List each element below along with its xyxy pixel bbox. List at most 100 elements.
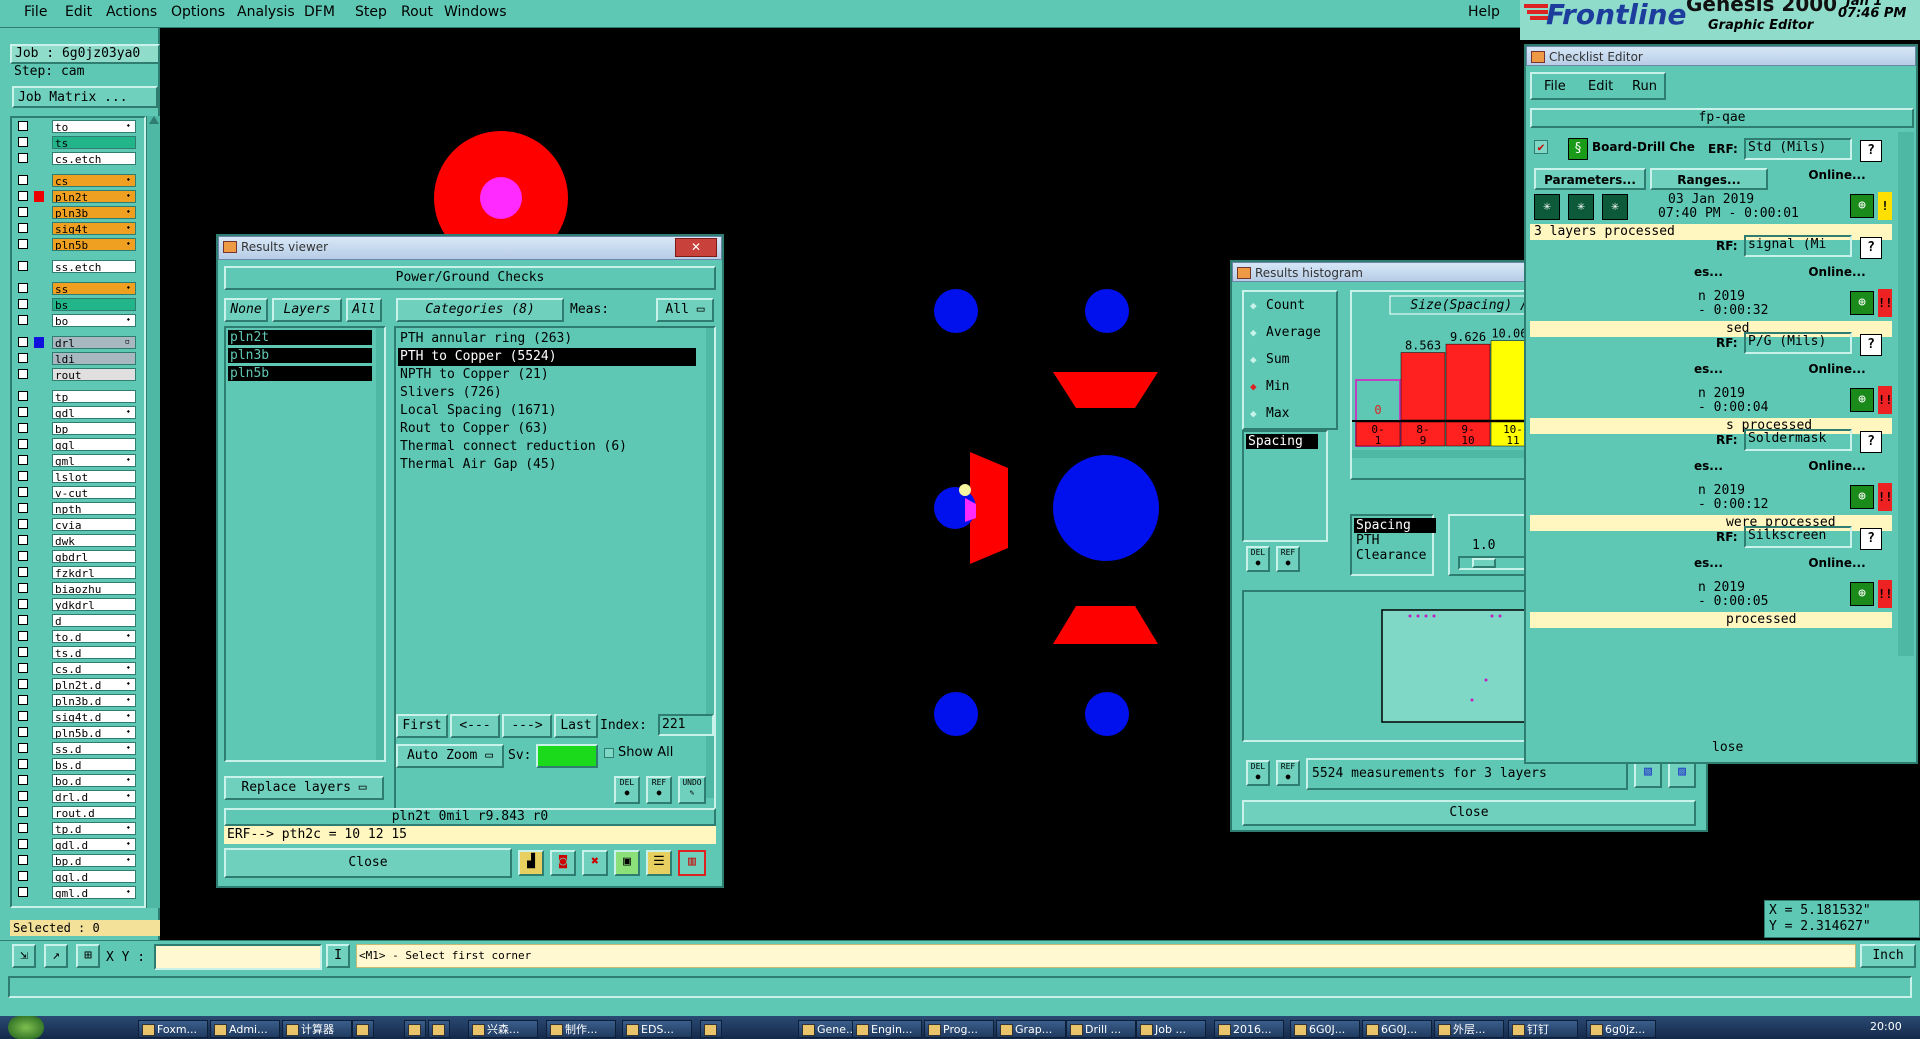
menu-rout[interactable]: Rout xyxy=(401,4,433,20)
layer-checkbox[interactable] xyxy=(18,471,28,481)
layer-checkbox[interactable] xyxy=(18,807,28,817)
close-icon[interactable]: ✕ xyxy=(675,238,717,257)
layer-name[interactable]: rout xyxy=(52,368,136,381)
histogram-icon[interactable]: ▥ xyxy=(678,850,706,876)
zoom-area-icon[interactable]: ⇲ xyxy=(12,944,36,968)
layer-name[interactable]: npth xyxy=(52,502,136,515)
layer-listbox[interactable]: pln2t pln3b pln5b xyxy=(224,326,386,762)
checklist-menu-edit[interactable]: Edit xyxy=(1588,79,1613,94)
checklist-menu-file[interactable]: File xyxy=(1544,79,1566,94)
layer-name[interactable]: sig4t.d xyxy=(52,710,136,723)
category-item[interactable]: Slivers (726) xyxy=(398,384,696,402)
checklist-scrollbar[interactable] xyxy=(1898,132,1914,656)
layer-row[interactable]: ts.d xyxy=(16,646,144,659)
layer-name[interactable]: bs.d xyxy=(52,758,136,771)
undo-button[interactable]: UNDO ✎ xyxy=(678,776,706,804)
mode-option[interactable]: ◆ Max xyxy=(1250,406,1289,424)
layer-row[interactable]: drl ▫ xyxy=(16,336,144,349)
layer-row[interactable]: bs xyxy=(16,298,144,311)
action-icon[interactable]: § xyxy=(1568,138,1588,160)
checklist-close-partial[interactable]: lose xyxy=(1712,740,1743,755)
layer-row[interactable]: ts xyxy=(16,136,144,149)
taskbar-item[interactable]: 钉钉 xyxy=(1508,1020,1578,1038)
taskbar-item[interactable]: 6g0jz... xyxy=(1586,1020,1656,1038)
tool-icon-2[interactable]: ◙ xyxy=(550,850,576,876)
taskbar-item[interactable] xyxy=(352,1020,374,1038)
export-icon[interactable]: ▧ xyxy=(1634,760,1662,788)
layer-row[interactable]: bo.d ⬩ xyxy=(16,774,144,787)
close-button[interactable]: Close xyxy=(1242,800,1696,826)
help-button[interactable]: ? xyxy=(1860,140,1882,162)
layer-name[interactable]: dwk xyxy=(52,534,136,547)
help-button[interactable]: ? xyxy=(1860,528,1882,550)
layer-checkbox[interactable] xyxy=(18,455,28,465)
menu-help[interactable]: Help xyxy=(1468,4,1500,20)
layer-checkbox[interactable] xyxy=(18,871,28,881)
es-button-label[interactable]: es... xyxy=(1694,459,1723,473)
measure-icon[interactable]: ↗ xyxy=(44,944,68,968)
layer-row[interactable]: dwk xyxy=(16,534,144,547)
layer-checkbox[interactable] xyxy=(18,823,28,833)
taskbar-item[interactable]: 6G0J... xyxy=(1290,1020,1360,1038)
last-button[interactable]: Last xyxy=(554,714,598,738)
category-item[interactable]: Local Spacing (1671) xyxy=(398,402,696,420)
layer-checkbox[interactable] xyxy=(18,315,28,325)
layer-checkbox[interactable] xyxy=(18,663,28,673)
layer-checkbox[interactable] xyxy=(18,261,28,271)
radio-icon[interactable]: ◆ xyxy=(1250,407,1266,420)
layer-row[interactable]: ss.etch xyxy=(16,260,144,273)
layer-row[interactable]: ggl.d xyxy=(16,870,144,883)
grid-icon[interactable]: ⊞ xyxy=(76,944,100,968)
taskbar-item[interactable]: 兴森... xyxy=(468,1020,538,1038)
es-button-label[interactable]: es... xyxy=(1694,362,1723,376)
taskbar-item[interactable]: Drill ... xyxy=(1066,1020,1136,1038)
mode-option[interactable]: ◆ Min xyxy=(1250,379,1289,397)
layer-row[interactable]: pln5b ⬩ xyxy=(16,238,144,251)
category-item[interactable]: NPTH to Copper (21) xyxy=(398,366,696,384)
layer-name[interactable]: pln5b.d xyxy=(52,726,136,739)
layer-checkbox[interactable] xyxy=(18,695,28,705)
first-button[interactable]: First xyxy=(396,714,448,738)
taskbar-item[interactable] xyxy=(404,1020,426,1038)
check-mark-icon[interactable]: ✔ xyxy=(1534,140,1548,154)
layer-row[interactable]: rout xyxy=(16,368,144,381)
prev-button[interactable]: <--- xyxy=(450,714,500,738)
layer-checkbox[interactable] xyxy=(18,583,28,593)
zoom-icon[interactable]: ⊕ xyxy=(1850,582,1874,606)
xy-input[interactable] xyxy=(154,944,322,970)
layer-row[interactable]: gbdrl xyxy=(16,550,144,563)
layer-row[interactable]: pln5b.d ⬩ xyxy=(16,726,144,739)
layer-checkbox[interactable] xyxy=(18,567,28,577)
menu-windows[interactable]: Windows xyxy=(444,4,507,20)
layer-checkbox[interactable] xyxy=(18,121,28,131)
layer-row[interactable]: cvia xyxy=(16,518,144,531)
none-button[interactable]: None xyxy=(224,298,268,322)
layer-row[interactable]: pln2t.d ⬩ xyxy=(16,678,144,691)
close-button[interactable]: Close xyxy=(224,848,512,878)
layer-checkbox[interactable] xyxy=(18,775,28,785)
layer-checkbox[interactable] xyxy=(18,727,28,737)
layer-checkbox[interactable] xyxy=(18,679,28,689)
layer-row[interactable]: ggl xyxy=(16,438,144,451)
layer-checkbox[interactable] xyxy=(18,551,28,561)
taskbar-item[interactable]: Admi... xyxy=(210,1020,280,1038)
menu-actions[interactable]: Actions xyxy=(106,4,157,20)
category-item[interactable]: Thermal connect reduction (6) xyxy=(398,438,696,456)
help-button[interactable]: ? xyxy=(1860,237,1882,259)
layer-row[interactable]: gml.d ⬩ xyxy=(16,886,144,899)
measure-list[interactable]: Spacing xyxy=(1242,430,1328,542)
layer-row[interactable]: cs ⬩ xyxy=(16,174,144,187)
layer-row[interactable]: sig4t ⬩ xyxy=(16,222,144,235)
del-button[interactable]: DEL ● xyxy=(614,776,640,804)
layer-name[interactable]: cs.d xyxy=(52,662,136,675)
layer-row[interactable]: cs.d ⬩ xyxy=(16,662,144,675)
layer-name[interactable]: ydkdrl xyxy=(52,598,136,611)
tool-icon-4[interactable]: ▣ xyxy=(614,850,640,876)
unit-selector[interactable]: Inch xyxy=(1860,944,1916,968)
layer-row[interactable]: drl.d ⬩ xyxy=(16,790,144,803)
erf-value[interactable]: Silkscreen xyxy=(1744,526,1852,548)
layer-row[interactable]: pln2t ⬩ xyxy=(16,190,144,203)
run-icon[interactable]: ✳ xyxy=(1602,194,1628,220)
layer-name[interactable]: pln2t.d xyxy=(52,678,136,691)
layer-checkbox[interactable] xyxy=(18,631,28,641)
